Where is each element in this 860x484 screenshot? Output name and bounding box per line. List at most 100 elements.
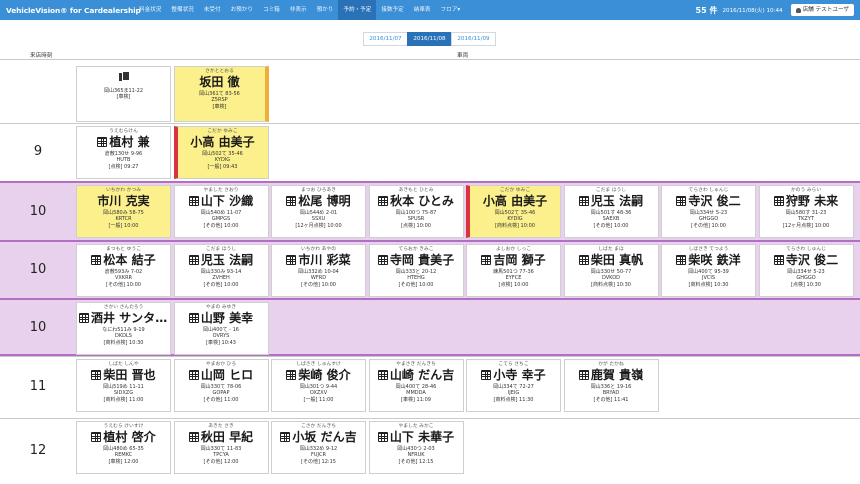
reservation-card[interactable]: よしおか しっこ 吉岡 獅子 練馬501つ 77-36 EYFCE [点検] 10:00 — [466, 244, 561, 297]
service-status: [商料点検] 10:30 — [688, 281, 729, 288]
nav-item[interactable]: コミ箱 — [258, 0, 285, 20]
reservation-card[interactable]: しばた しんや 柴田 晋也 岡山519め 11-11 SIDXZG [商料点検] 11:… — [76, 359, 171, 412]
user-icon — [795, 7, 801, 13]
service-status: [商料点検] 11:30 — [493, 396, 534, 403]
service-status: [その他] 10:00 — [203, 281, 239, 288]
reservation-card[interactable]: しばさき しゅんすけ 柴崎 俊介 岡山301つ 9-44 OXZXV [一般] 11:0… — [271, 359, 366, 412]
service-status: [その他] 10:00 — [593, 222, 629, 229]
calendar-icon — [578, 196, 589, 206]
calendar-icon — [578, 255, 589, 265]
reservation-card[interactable]: まつもと ゆうこ 松本 結子 倉敷593み 7-02 VXKRR [その他] 10:00 — [76, 244, 171, 297]
record-count: 55 件 — [695, 5, 718, 15]
reservation-card[interactable]: 岡山365ま11-22 [車検] — [76, 66, 171, 122]
reservation-card[interactable]: いちかわ かつみ 市川 克実 岡山580み 58-75 KRTCR [一般] 10:00 — [76, 185, 171, 238]
reservation-card[interactable]: こてら さちこ 小寺 幸子 岡山334て 72-27 IJEIG [商料点検] 11:3… — [466, 359, 561, 412]
calendar-icon — [286, 196, 297, 206]
service-status: [点検] 09:27 — [108, 163, 139, 170]
customer-name-text: 狩野 未来 — [785, 194, 839, 208]
service-status: [12ヶ月点検] 10:00 — [782, 222, 830, 229]
customer-name: 寺沢 俊二 — [760, 253, 853, 267]
reservation-card[interactable]: さかととおる 坂田 徹岡山361て 83-56 Z5RSP [車検] — [173, 66, 269, 122]
nav-item[interactable]: フロア▾ — [436, 0, 466, 20]
top-navbar: VehicleVision® for Cardealership 料金状況 整備状… — [0, 0, 860, 20]
reservation-card[interactable]: さかい さんたろう酒井 サンタロウなにわ511み 9-19DKDLS[商料点検]… — [76, 302, 171, 355]
nav-item[interactable]: 予約・予定 — [338, 0, 377, 20]
nav-item[interactable]: 納車表 — [409, 0, 436, 20]
service-status: [商料点検] 10:00 — [495, 222, 535, 229]
customer-name: 山崎 だん吉 — [370, 368, 463, 382]
reservation-card[interactable]: うえむら けいすけ 植村 啓介 岡山480め 65-35 REMKC [車検] 12:0… — [76, 421, 171, 474]
nav-item[interactable]: お預かり — [226, 0, 258, 20]
customer-name-text: 植村 啓介 — [103, 430, 156, 444]
brand-logo[interactable]: VehicleVision® for Cardealership — [0, 6, 141, 15]
reservation-card[interactable]: こだか ゆみこ 小高 由美子 岡山502て 35-46 KYDIG [一般] 09:43 — [173, 126, 269, 179]
customer-name: 柴田 真帆 — [565, 253, 658, 267]
calendar-icon — [377, 432, 388, 442]
reservation-card[interactable]: やました みかこ 山下 未華子 岡山430つ 2-03 NFRUK [その他] 12:1… — [368, 421, 464, 474]
customer-name: 山野 美幸 — [175, 311, 268, 325]
reservation-card[interactable]: あきもと ひとみ 秋本 ひとみ 岡山100つ 75-87 SPUSR [点検] 10:0… — [368, 185, 464, 238]
service-status: [車検] 12:00 — [108, 458, 139, 465]
nav-item[interactable]: 非表示 — [285, 0, 312, 20]
calendar-icon — [286, 255, 297, 265]
reservation-card[interactable]: やました さおり 山下 沙織 岡山540め 11-07 GMPGS [その他] 10:0… — [173, 185, 269, 238]
nav-item[interactable]: 未受付 — [199, 0, 226, 20]
calendar-icon — [188, 370, 199, 380]
reservation-card[interactable]: やまの みゆき 山野 美幸 岡山400て - 16 OVRYS [車検] 10:43 — [173, 302, 269, 355]
reservation-card[interactable]: まつお ひろあき 松尾 博明 岡山544め 2-01 SSXU [12ヶ月点検] 10:… — [271, 185, 366, 238]
customer-name-text: 小坂 だん吉 — [292, 430, 357, 444]
date-tabs: 2016/11/07 2016/11/08 2016/11/09 — [363, 32, 496, 46]
reservation-card[interactable]: しばた まほ 柴田 真帆 岡山330せ 50-77 DVKOD [商料点検] 10:30 — [563, 244, 659, 297]
calendar-icon — [286, 370, 297, 380]
date-tab[interactable]: 2016/11/07 — [363, 32, 408, 46]
customer-name: 小高 由美子 — [178, 135, 268, 149]
schedule-row: 9 うえむらけん 植村 兼倉敷130せ 9-96 HUTB [点検] 09:27 こだか … — [0, 123, 860, 181]
reservation-card[interactable]: てらさわ しゅんじ 寺沢 俊二 岡山334せ 5-23 GHGGO [その他] 10:0… — [661, 185, 756, 238]
customer-name-text: 小高 由美子 — [190, 135, 255, 149]
reservation-card[interactable]: かが たかね 鹿賀 貴嶺 岡山336と 19-16 BRYAD [その他] 11:41 — [563, 359, 659, 412]
customer-name-text: 秋本 ひとみ — [390, 194, 454, 208]
calendar-icon — [676, 196, 687, 206]
document-icon — [119, 71, 130, 82]
reservation-card[interactable]: やまおか ひろ 山岡 ヒロ 岡山330て 78-06 GOPAP [その他] 11:00 — [173, 359, 269, 412]
customer-name: 柴咲 鉄洋 — [662, 253, 755, 267]
reservation-card[interactable]: かのう みらい 狩野 未来 岡山580す 31-23 TKZYT [12ヶ月点検] 10… — [758, 185, 854, 238]
customer-name: 市川 克実 — [77, 194, 170, 208]
reservation-card[interactable]: うえむらけん 植村 兼倉敷130せ 9-96 HUTB [点検] 09:27 — [76, 126, 171, 179]
calendar-icon — [188, 196, 199, 206]
reservation-card[interactable]: こだま ほうし 児玉 法嗣 岡山330み 93-14 ZVHEH [その他] 10:00 — [173, 244, 269, 297]
date-tab[interactable]: 2016/11/09 — [451, 32, 496, 46]
nav-item[interactable]: 接数予定 — [376, 0, 408, 20]
service-status: [車検] 11:09 — [401, 396, 431, 403]
reservation-card[interactable]: てらさわ しゅんじ 寺沢 俊二 岡山334せ 5-23 GHGGO [点検] 10:30 — [758, 244, 854, 297]
reservation-card[interactable]: しばさき てつよう 柴咲 鉄洋 岡山400て 95-39 JVCIS [商料点検] 10… — [661, 244, 756, 297]
customer-name: 小高 由美子 — [470, 194, 560, 208]
customer-name-text: 秋田 早紀 — [200, 430, 254, 444]
nav-item[interactable]: 料金状況 — [134, 0, 166, 20]
schedule-row: 岡山365ま11-22 [車検] さかととおる 坂田 徹岡山361て 83-56 Z5R… — [0, 59, 860, 123]
nav-item[interactable]: 整備状況 — [166, 0, 198, 20]
reservation-card[interactable]: いちかわ あやの 市川 彩菜 岡山332め 10-04 WFRD [その他] 10:00 — [271, 244, 366, 297]
calendar-icon — [377, 370, 388, 380]
row-time-label: 11 — [29, 379, 47, 394]
customer-name: 松尾 博明 — [272, 194, 365, 208]
customer-name-text: 寺岡 貴美子 — [389, 253, 455, 267]
reservation-card[interactable]: こさか だんきち 小坂 だん吉 岡山332め 9-12 FUJCR [その他] 12:1… — [271, 421, 366, 474]
row-time-label: 10 — [29, 203, 47, 219]
service-status: [車検] — [212, 103, 227, 110]
customer-name: 山下 未華子 — [370, 430, 463, 444]
reservation-card[interactable]: てらおか きみこ 寺岡 貴美子 岡山333と 20-12 HTEHG [その他] 10:… — [368, 244, 464, 297]
service-status: [12ヶ月点検] 10:00 — [295, 222, 342, 229]
reservation-card[interactable]: やまさき だんきち 山崎 だん吉 岡山400て 28-46 MMDDA [車検] 11:… — [368, 359, 464, 412]
reservation-card[interactable]: あきた さき 秋田 早紀 岡山330て 11-83 TPCYA [その他] 12:00 — [173, 421, 269, 474]
customer-name: 柴崎 俊介 — [272, 368, 365, 382]
date-tab[interactable]: 2016/11/08 — [407, 32, 452, 46]
user-menu-button[interactable]: 店舗 テストユーザ — [790, 4, 854, 16]
nav-item[interactable]: 預かり — [312, 0, 339, 20]
customer-name: 秋田 早紀 — [175, 430, 268, 444]
customer-name-text: 吉岡 獅子 — [493, 253, 546, 267]
reservation-card[interactable]: こだか ゆみこ 小高 由美子 岡山502て 35-46 KYDIG [商料点検] 10:… — [466, 185, 561, 238]
customer-name-text: 柴田 真帆 — [590, 253, 644, 267]
customer-name-text: 山野 美幸 — [200, 311, 254, 325]
reservation-card[interactable]: こだま ほうし 児玉 法嗣 岡山501す 48-36 SAEXB [その他] 10:00 — [563, 185, 659, 238]
